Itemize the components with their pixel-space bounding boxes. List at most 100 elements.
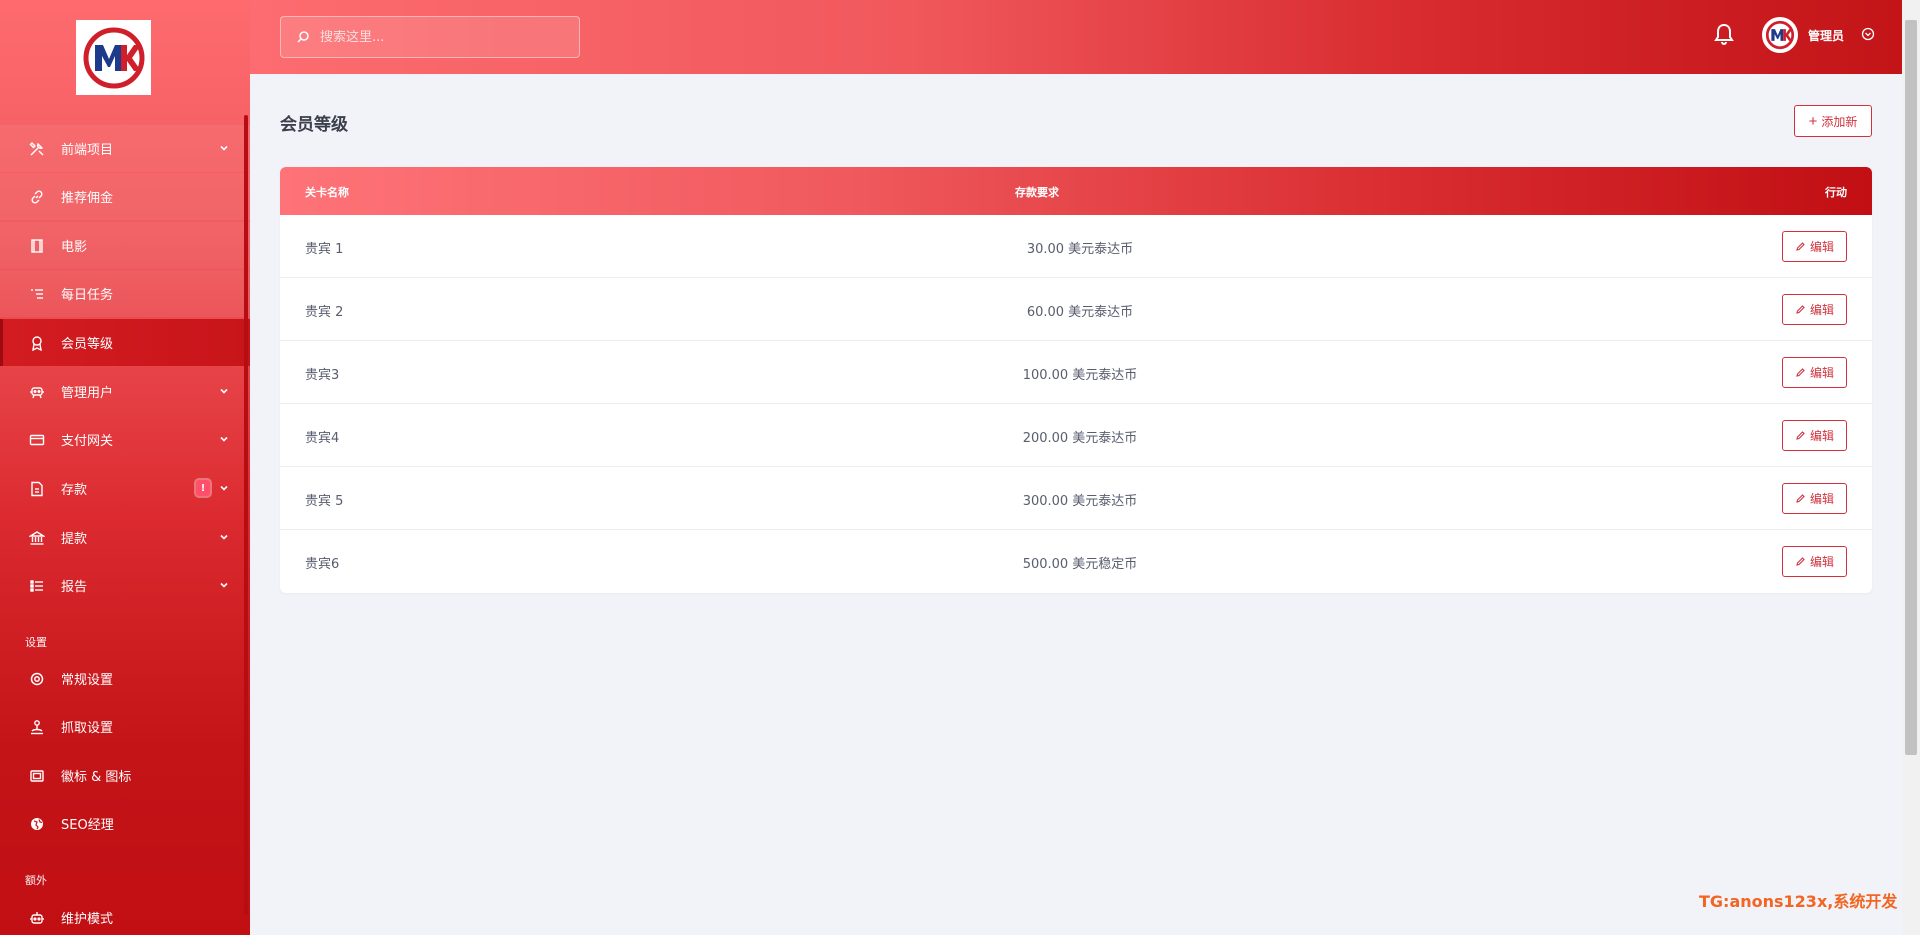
pencil-icon	[1796, 431, 1805, 440]
settings-icon	[28, 670, 46, 688]
table-row: 贵宾6 500.00 美元稳定币 编辑	[280, 530, 1872, 593]
table-header: 关卡名称 存款要求 行动	[280, 167, 1872, 215]
search-box[interactable]	[280, 16, 580, 58]
add-new-button[interactable]: + 添加新	[1794, 105, 1872, 137]
edit-label: 编辑	[1809, 366, 1834, 380]
link-icon	[28, 188, 46, 206]
credit-card-icon	[28, 431, 46, 449]
chevron-down-icon	[220, 582, 228, 588]
sidebar-item-label: 报告	[61, 580, 88, 595]
chevron-down-icon	[220, 534, 228, 540]
image-icon	[28, 767, 46, 785]
sidebar-item-maintenance-mode[interactable]: 维护模式	[0, 894, 250, 935]
pencil-icon	[1796, 305, 1805, 314]
pencil-icon	[1796, 368, 1805, 377]
sidebar-item-withdrawals[interactable]: 提款	[0, 514, 250, 561]
sidebar-item-label: 每日任务	[61, 288, 114, 303]
logo[interactable]	[76, 20, 151, 95]
table-row: 贵宾 5 300.00 美元泰达币 编辑	[280, 467, 1872, 530]
sidebar-item-member-levels[interactable]: 会员等级	[0, 319, 250, 366]
tools-icon	[28, 140, 46, 158]
plus-icon: +	[1808, 112, 1818, 130]
bank-icon	[28, 529, 46, 547]
edit-button[interactable]: 编辑	[1782, 420, 1847, 451]
sidebar-item-label: 推荐佣金	[61, 191, 114, 206]
level-name: 贵宾6	[305, 557, 340, 572]
level-name: 贵宾 2	[305, 305, 344, 320]
pencil-icon	[1796, 494, 1805, 503]
users-icon	[28, 383, 46, 401]
column-header-level-name: 关卡名称	[305, 186, 349, 199]
deposit-icon	[28, 480, 46, 498]
edit-label: 编辑	[1809, 303, 1834, 317]
user-name[interactable]: 管理员	[1808, 27, 1844, 44]
chevron-down-circle-icon[interactable]	[1861, 27, 1875, 41]
edit-label: 编辑	[1809, 492, 1834, 506]
level-name: 贵宾 5	[305, 494, 344, 509]
sidebar-item-frontend-projects[interactable]: 前端项目	[0, 125, 250, 172]
chevron-down-icon	[220, 436, 228, 442]
globe-icon	[28, 815, 46, 833]
notification-badge: !	[196, 480, 210, 496]
add-new-label: 添加新	[1821, 114, 1858, 129]
watermark-text: TG:anons123x,系统开发	[1699, 892, 1898, 911]
scrape-icon	[28, 718, 46, 736]
sidebar-item-logo-and-icons[interactable]: 徽标 & 图标	[0, 752, 250, 799]
award-icon	[28, 334, 46, 352]
sidebar-item-referral-commission[interactable]: 推荐佣金	[0, 173, 250, 220]
sidebar-item-label: 存款	[61, 483, 88, 498]
sidebar-item-scrape-settings[interactable]: 抓取设置	[0, 703, 250, 750]
edit-label: 编辑	[1809, 240, 1834, 254]
pencil-icon	[1796, 242, 1805, 251]
table-row: 贵宾 2 60.00 美元泰达币 编辑	[280, 278, 1872, 341]
chevron-down-icon	[220, 485, 228, 491]
deposit-requirement: 30.00 美元泰达币	[1026, 242, 1134, 257]
edit-button[interactable]: 编辑	[1782, 357, 1847, 388]
deposit-requirement: 100.00 美元泰达币	[1022, 368, 1138, 383]
edit-button[interactable]: 编辑	[1782, 294, 1847, 325]
sidebar-item-daily-tasks[interactable]: 每日任务	[0, 270, 250, 317]
sidebar-item-manage-users[interactable]: 管理用户	[0, 368, 250, 415]
sidebar-item-seo-manager[interactable]: SEO经理	[0, 800, 250, 847]
sidebar-item-label: 电影	[61, 240, 88, 255]
edit-button[interactable]: 编辑	[1782, 546, 1847, 577]
mk-logo-icon	[83, 27, 144, 88]
page-title: 会员等级	[280, 115, 348, 135]
edit-button[interactable]: 编辑	[1782, 231, 1847, 262]
search-icon	[297, 31, 309, 43]
sidebar-item-reports[interactable]: 报告	[0, 562, 250, 609]
search-input[interactable]	[320, 29, 560, 45]
mk-logo-icon	[1765, 20, 1795, 50]
page-scrollbar-thumb[interactable]	[1905, 20, 1917, 755]
sidebar-item-deposits[interactable]: 存款 !	[0, 465, 250, 512]
sidebar-item-label: 管理用户	[61, 386, 114, 401]
level-name: 贵宾3	[305, 368, 340, 383]
edit-label: 编辑	[1809, 429, 1834, 443]
chevron-down-icon	[220, 388, 228, 394]
bell-icon[interactable]	[1713, 22, 1735, 46]
deposit-requirement: 200.00 美元泰达币	[1022, 431, 1138, 446]
sidebar-item-label: 会员等级	[61, 337, 114, 352]
chevron-down-icon	[220, 145, 228, 151]
level-name: 贵宾4	[305, 431, 340, 446]
film-icon	[28, 237, 46, 255]
list-icon	[28, 285, 46, 303]
sidebar-item-label: 徽标 & 图标	[61, 770, 132, 785]
table-row: 贵宾4 200.00 美元泰达币 编辑	[280, 404, 1872, 467]
sidebar-item-general-settings[interactable]: 常规设置	[0, 655, 250, 702]
sidebar-item-label: 抓取设置	[61, 721, 114, 736]
sidebar-item-label: 维护模式	[61, 912, 114, 927]
edit-button[interactable]: 编辑	[1782, 483, 1847, 514]
sidebar-item-payment-gateway[interactable]: 支付网关	[0, 416, 250, 463]
sidebar-item-movies[interactable]: 电影	[0, 222, 250, 269]
sidebar-item-label: SEO经理	[61, 818, 114, 833]
avatar[interactable]	[1762, 17, 1798, 53]
sidebar-section-title: 设置	[25, 636, 47, 649]
sidebar-item-label: 常规设置	[61, 673, 114, 688]
sidebar-item-label: 前端项目	[61, 143, 114, 158]
edit-label: 编辑	[1809, 555, 1834, 569]
pencil-icon	[1796, 557, 1805, 566]
sidebar-scrollbar[interactable]	[244, 115, 248, 915]
level-name: 贵宾 1	[305, 242, 344, 257]
table-row: 贵宾 1 30.00 美元泰达币 编辑	[280, 215, 1872, 278]
